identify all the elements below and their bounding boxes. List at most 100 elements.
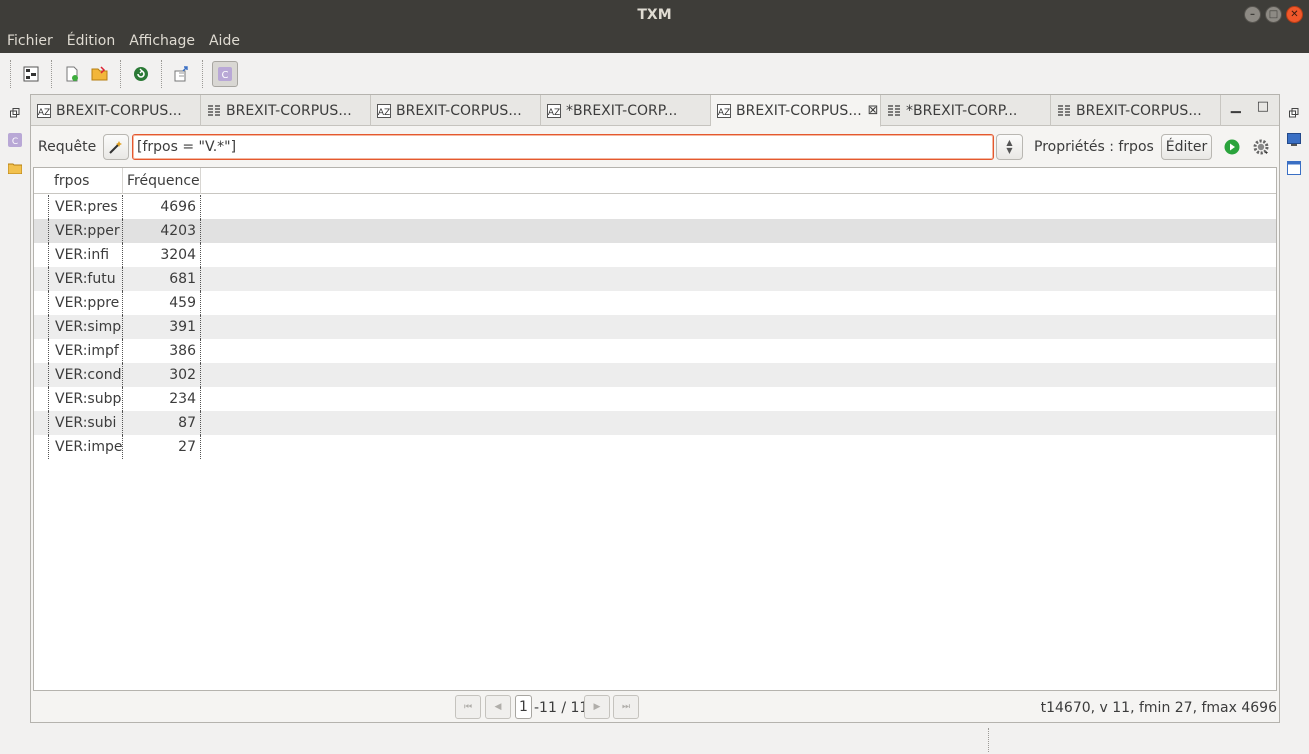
next-page-button[interactable]: ▶ [584, 695, 610, 719]
left-trim-stack: C [0, 93, 30, 754]
open-folder-button[interactable] [89, 63, 111, 85]
svg-text:C: C [222, 70, 229, 81]
tab-5-active[interactable]: AZ BREXIT-CORPUS... ⊠ [711, 95, 881, 127]
gear-icon [1253, 139, 1269, 155]
column-header-frpos[interactable]: frpos [48, 168, 123, 194]
export-icon [174, 66, 188, 82]
lexicon-stats: t14670, v 11, fmin 27, fmax 4696 [1040, 700, 1277, 716]
run-query-button[interactable] [1224, 139, 1240, 155]
edit-properties-button[interactable]: Éditer [1161, 134, 1212, 160]
tab-close-icon[interactable]: ⊠ [868, 103, 879, 118]
tab-1[interactable]: AZ BREXIT-CORPUS... [31, 95, 201, 126]
table-row[interactable]: VER:simp 391 [34, 315, 1276, 339]
svg-text:AZ: AZ [718, 108, 730, 118]
minimize-view-icon[interactable]: ▁ [1231, 99, 1241, 114]
editor-tabs: AZ BREXIT-CORPUS... BREXIT-CORPUS... AZ … [31, 95, 1279, 127]
query-input[interactable] [132, 134, 994, 160]
cell-frequence: 3204 [122, 243, 201, 267]
concordance-toggle-button[interactable]: C [212, 61, 238, 87]
table-row[interactable]: VER:impe 27 [34, 435, 1276, 459]
last-page-button[interactable]: ⏭ [613, 695, 639, 719]
table-row[interactable]: VER:subp 234 [34, 387, 1276, 411]
close-button[interactable]: ✕ [1286, 6, 1303, 23]
next-page-icon: ▶ [593, 702, 601, 712]
lexicon-table: frpos Fréquence VER:pres 4696 VER:pper 4203… [33, 167, 1277, 691]
svg-text:AZ: AZ [548, 108, 560, 118]
menu-aide[interactable]: Aide [209, 33, 240, 49]
cell-frequence: 87 [122, 411, 201, 435]
txm-concordance-icon: C [218, 67, 232, 81]
tab-label: BREXIT-CORPUS... [396, 102, 522, 119]
tab-label: BREXIT-CORPUS... [1076, 102, 1202, 119]
page-number-input[interactable]: 1 [515, 695, 532, 719]
first-page-icon: ⏮ [463, 702, 473, 712]
table-row[interactable]: VER:infi 3204 [34, 243, 1276, 267]
restore-icon[interactable] [6, 104, 24, 122]
table-row[interactable]: VER:pres 4696 [34, 195, 1276, 219]
table-row[interactable]: VER:cond 302 [34, 363, 1276, 387]
table-row[interactable]: VER:subi 87 [34, 411, 1276, 435]
editor-area: AZ BREXIT-CORPUS... BREXIT-CORPUS... AZ … [30, 94, 1280, 723]
cell-frequence: 4203 [122, 219, 201, 243]
tab-4[interactable]: AZ *BREXIT-CORP... [541, 95, 711, 126]
menu-affichage[interactable]: Affichage [129, 33, 195, 49]
window-icon[interactable] [1285, 159, 1303, 177]
corpus-tree-icon [23, 66, 39, 82]
corpus-view-button[interactable] [20, 63, 42, 85]
menu-fichier[interactable]: Fichier [7, 33, 53, 49]
cell-frpos: VER:futu [48, 267, 123, 291]
menu-bar: Fichier Édition Affichage Aide [0, 29, 1309, 53]
main-toolbar: C [0, 55, 1309, 93]
first-page-button[interactable]: ⏮ [455, 695, 481, 719]
tab-6[interactable]: *BREXIT-CORP... [881, 95, 1051, 126]
cell-frequence: 302 [122, 363, 201, 387]
refresh-icon [134, 67, 148, 81]
maximize-button[interactable]: □ [1265, 6, 1282, 23]
tab-7[interactable]: BREXIT-CORPUS... [1051, 95, 1221, 126]
restore-icon[interactable] [1285, 104, 1303, 122]
cell-frequence: 459 [122, 291, 201, 315]
query-history-spinner[interactable]: ▲ ▼ [996, 134, 1023, 160]
new-file-button[interactable] [61, 63, 83, 85]
console-icon[interactable] [1285, 131, 1303, 149]
status-bar [0, 724, 1309, 754]
query-assistant-button[interactable] [103, 134, 129, 160]
cell-frpos: VER:subi [48, 411, 123, 435]
window-title: TXM [637, 6, 672, 23]
table-row[interactable]: VER:ppre 459 [34, 291, 1276, 315]
cell-frequence: 391 [122, 315, 201, 339]
tab-3[interactable]: AZ BREXIT-CORPUS... [371, 95, 541, 126]
previous-page-icon: ◀ [494, 702, 502, 712]
svg-text:C: C [12, 137, 18, 147]
toolbar-grip [10, 60, 11, 88]
lexicon-icon: AZ [37, 103, 51, 118]
previous-page-button[interactable]: ◀ [485, 695, 511, 719]
lexicon-icon: AZ [717, 103, 731, 118]
menu-edition[interactable]: Édition [67, 33, 115, 49]
folder-icon[interactable] [6, 159, 24, 177]
options-button[interactable] [1252, 138, 1270, 156]
magic-wand-icon [109, 141, 122, 154]
pagination-footer: ⏮ ◀ 1 -11 / 11 ▶ ⏭ t14670, v 11, fmin 27… [31, 691, 1279, 722]
minimize-button[interactable]: – [1244, 6, 1261, 23]
maximize-view-icon[interactable]: □ [1257, 99, 1269, 114]
table-row[interactable]: VER:pper 4203 [34, 219, 1276, 243]
export-button[interactable] [171, 63, 193, 85]
tab-label: *BREXIT-CORP... [906, 102, 1018, 119]
toolbar-separator [120, 60, 121, 88]
toolbar-separator [202, 60, 203, 88]
cell-frpos: VER:impe [48, 435, 123, 459]
txm-corpus-icon[interactable]: C [6, 131, 24, 149]
tab-2[interactable]: BREXIT-CORPUS... [201, 95, 371, 126]
cell-frequence: 386 [122, 339, 201, 363]
last-page-icon: ⏭ [621, 702, 631, 712]
column-header-frequence[interactable]: Fréquence [122, 168, 201, 194]
table-icon [208, 104, 220, 116]
table-row[interactable]: VER:futu 681 [34, 267, 1276, 291]
cell-frequence: 27 [122, 435, 201, 459]
refresh-button[interactable] [130, 63, 152, 85]
status-separator [988, 728, 989, 752]
cell-frpos: VER:impf [48, 339, 123, 363]
table-row[interactable]: VER:impf 386 [34, 339, 1276, 363]
query-label: Requête [38, 139, 97, 155]
